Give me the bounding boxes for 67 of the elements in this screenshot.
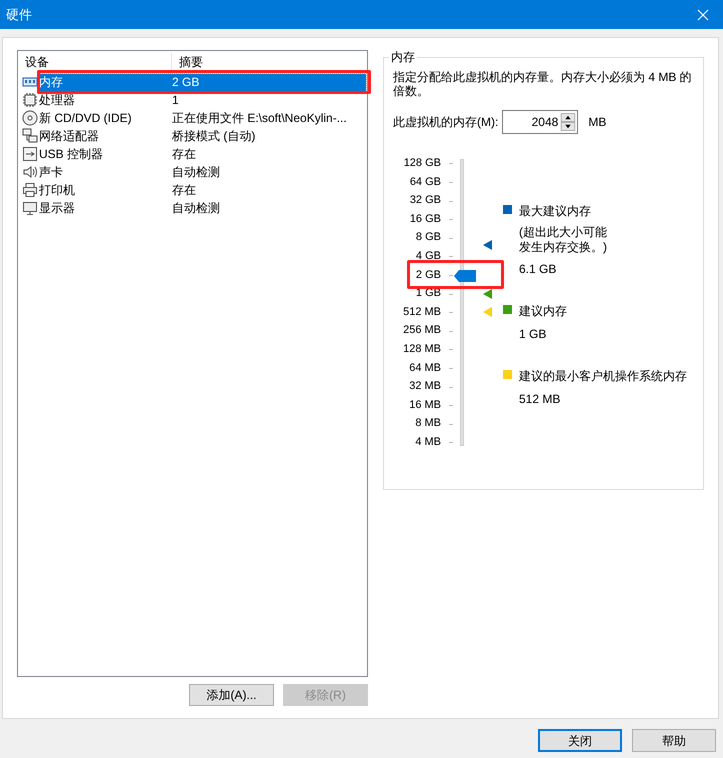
device-row[interactable]: 打印机 存在: [39, 182, 366, 198]
scale-label: 16 GB: [410, 212, 441, 227]
legend-label: 建议内存: [519, 303, 567, 320]
scale-label: 8 MB: [415, 416, 441, 432]
device-summary: 1: [172, 92, 179, 109]
legend-value: 512 MB: [519, 391, 562, 408]
legend-label: 建议的最小客户机操作系统内存: [519, 368, 687, 385]
window-title: 硬件: [6, 6, 32, 24]
memory-description: 指定分配给此虚拟机的内存量。内存大小必须为 4 MB 的倍数。: [393, 70, 693, 98]
scale-label: 256 MB: [403, 323, 441, 338]
device-row[interactable]: 处理器 1: [39, 92, 366, 108]
device-row[interactable]: 新 CD/DVD (IDE) 正在使用文件 E:\soft\NeoKylin-...: [39, 110, 366, 126]
scale-label: 4 GB: [416, 249, 441, 264]
disc-icon: [22, 110, 38, 126]
scale-label: 32 MB: [409, 379, 441, 394]
device-summary: 自动检测: [172, 200, 220, 217]
scale-label: 512 MB: [403, 304, 441, 320]
scale-label: 32 GB: [410, 193, 441, 208]
device-row[interactable]: 网络适配器 桥接模式 (自动): [39, 128, 366, 144]
column-header: 摘要: [178, 54, 203, 71]
scale-label: 2 GB: [416, 268, 441, 283]
dialog-button[interactable]: 关闭: [538, 729, 622, 752]
device-summary: 桥接模式 (自动): [172, 128, 256, 145]
device-summary: 2 GB: [172, 74, 200, 91]
marker-triangle-icon: [483, 240, 492, 250]
scale-label: 128 GB: [404, 156, 441, 172]
device-row[interactable]: 声卡 自动检测: [39, 164, 366, 180]
list-button[interactable]: 添加(A)...: [189, 684, 274, 706]
device-name: 声卡: [39, 164, 64, 181]
device-row[interactable]: 显示器 自动检测: [39, 200, 366, 216]
device-row[interactable]: 内存 2 GB: [39, 74, 366, 90]
scale-label: 64 GB: [410, 174, 441, 190]
device-name: 处理器: [39, 92, 76, 109]
device-name: 打印机: [39, 182, 76, 199]
device-summary: 存在: [172, 182, 196, 199]
marker-triangle-icon: [483, 307, 492, 318]
device-summary: 自动检测: [172, 164, 220, 181]
device-summary: 正在使用文件 E:\soft\NeoKylin-...: [172, 110, 347, 127]
device-name: 新 CD/DVD (IDE): [39, 110, 133, 127]
legend-note: (超出此大小可能发生内存交换。): [519, 225, 608, 255]
slider-thumb[interactable]: [454, 270, 476, 282]
device-name: USB 控制器: [39, 146, 104, 163]
device-name: 网络适配器: [39, 128, 100, 145]
scale-label: 4 MB: [415, 434, 441, 450]
scale-label: 8 GB: [416, 230, 441, 246]
field-label: 此虚拟机的内存(M):: [393, 114, 498, 131]
monitor-icon: [22, 200, 38, 216]
printer-icon: [22, 182, 38, 198]
legend-value: 1 GB: [519, 326, 548, 343]
close-icon[interactable]: [697, 8, 709, 20]
legend-label: 最大建议内存: [519, 203, 592, 220]
scale-label: 64 MB: [409, 360, 441, 376]
chip-icon: [22, 92, 38, 108]
device-name: 显示器: [39, 200, 76, 217]
dialog-button[interactable]: 帮助: [632, 729, 716, 752]
speaker-icon: [22, 164, 38, 180]
marker-triangle-icon: [483, 288, 492, 298]
device-summary: 存在: [172, 146, 196, 163]
unit-label: MB: [588, 114, 606, 131]
device-name: 内存: [39, 74, 64, 91]
usb-icon: [22, 146, 38, 162]
network-icon: [22, 128, 38, 144]
column-header: 设备: [18, 53, 172, 71]
scale-label: 128 MB: [403, 342, 441, 357]
legend-value: 6.1 GB: [519, 261, 558, 278]
device-row[interactable]: USB 控制器 存在: [39, 146, 366, 162]
scale-label: 16 MB: [409, 398, 441, 413]
